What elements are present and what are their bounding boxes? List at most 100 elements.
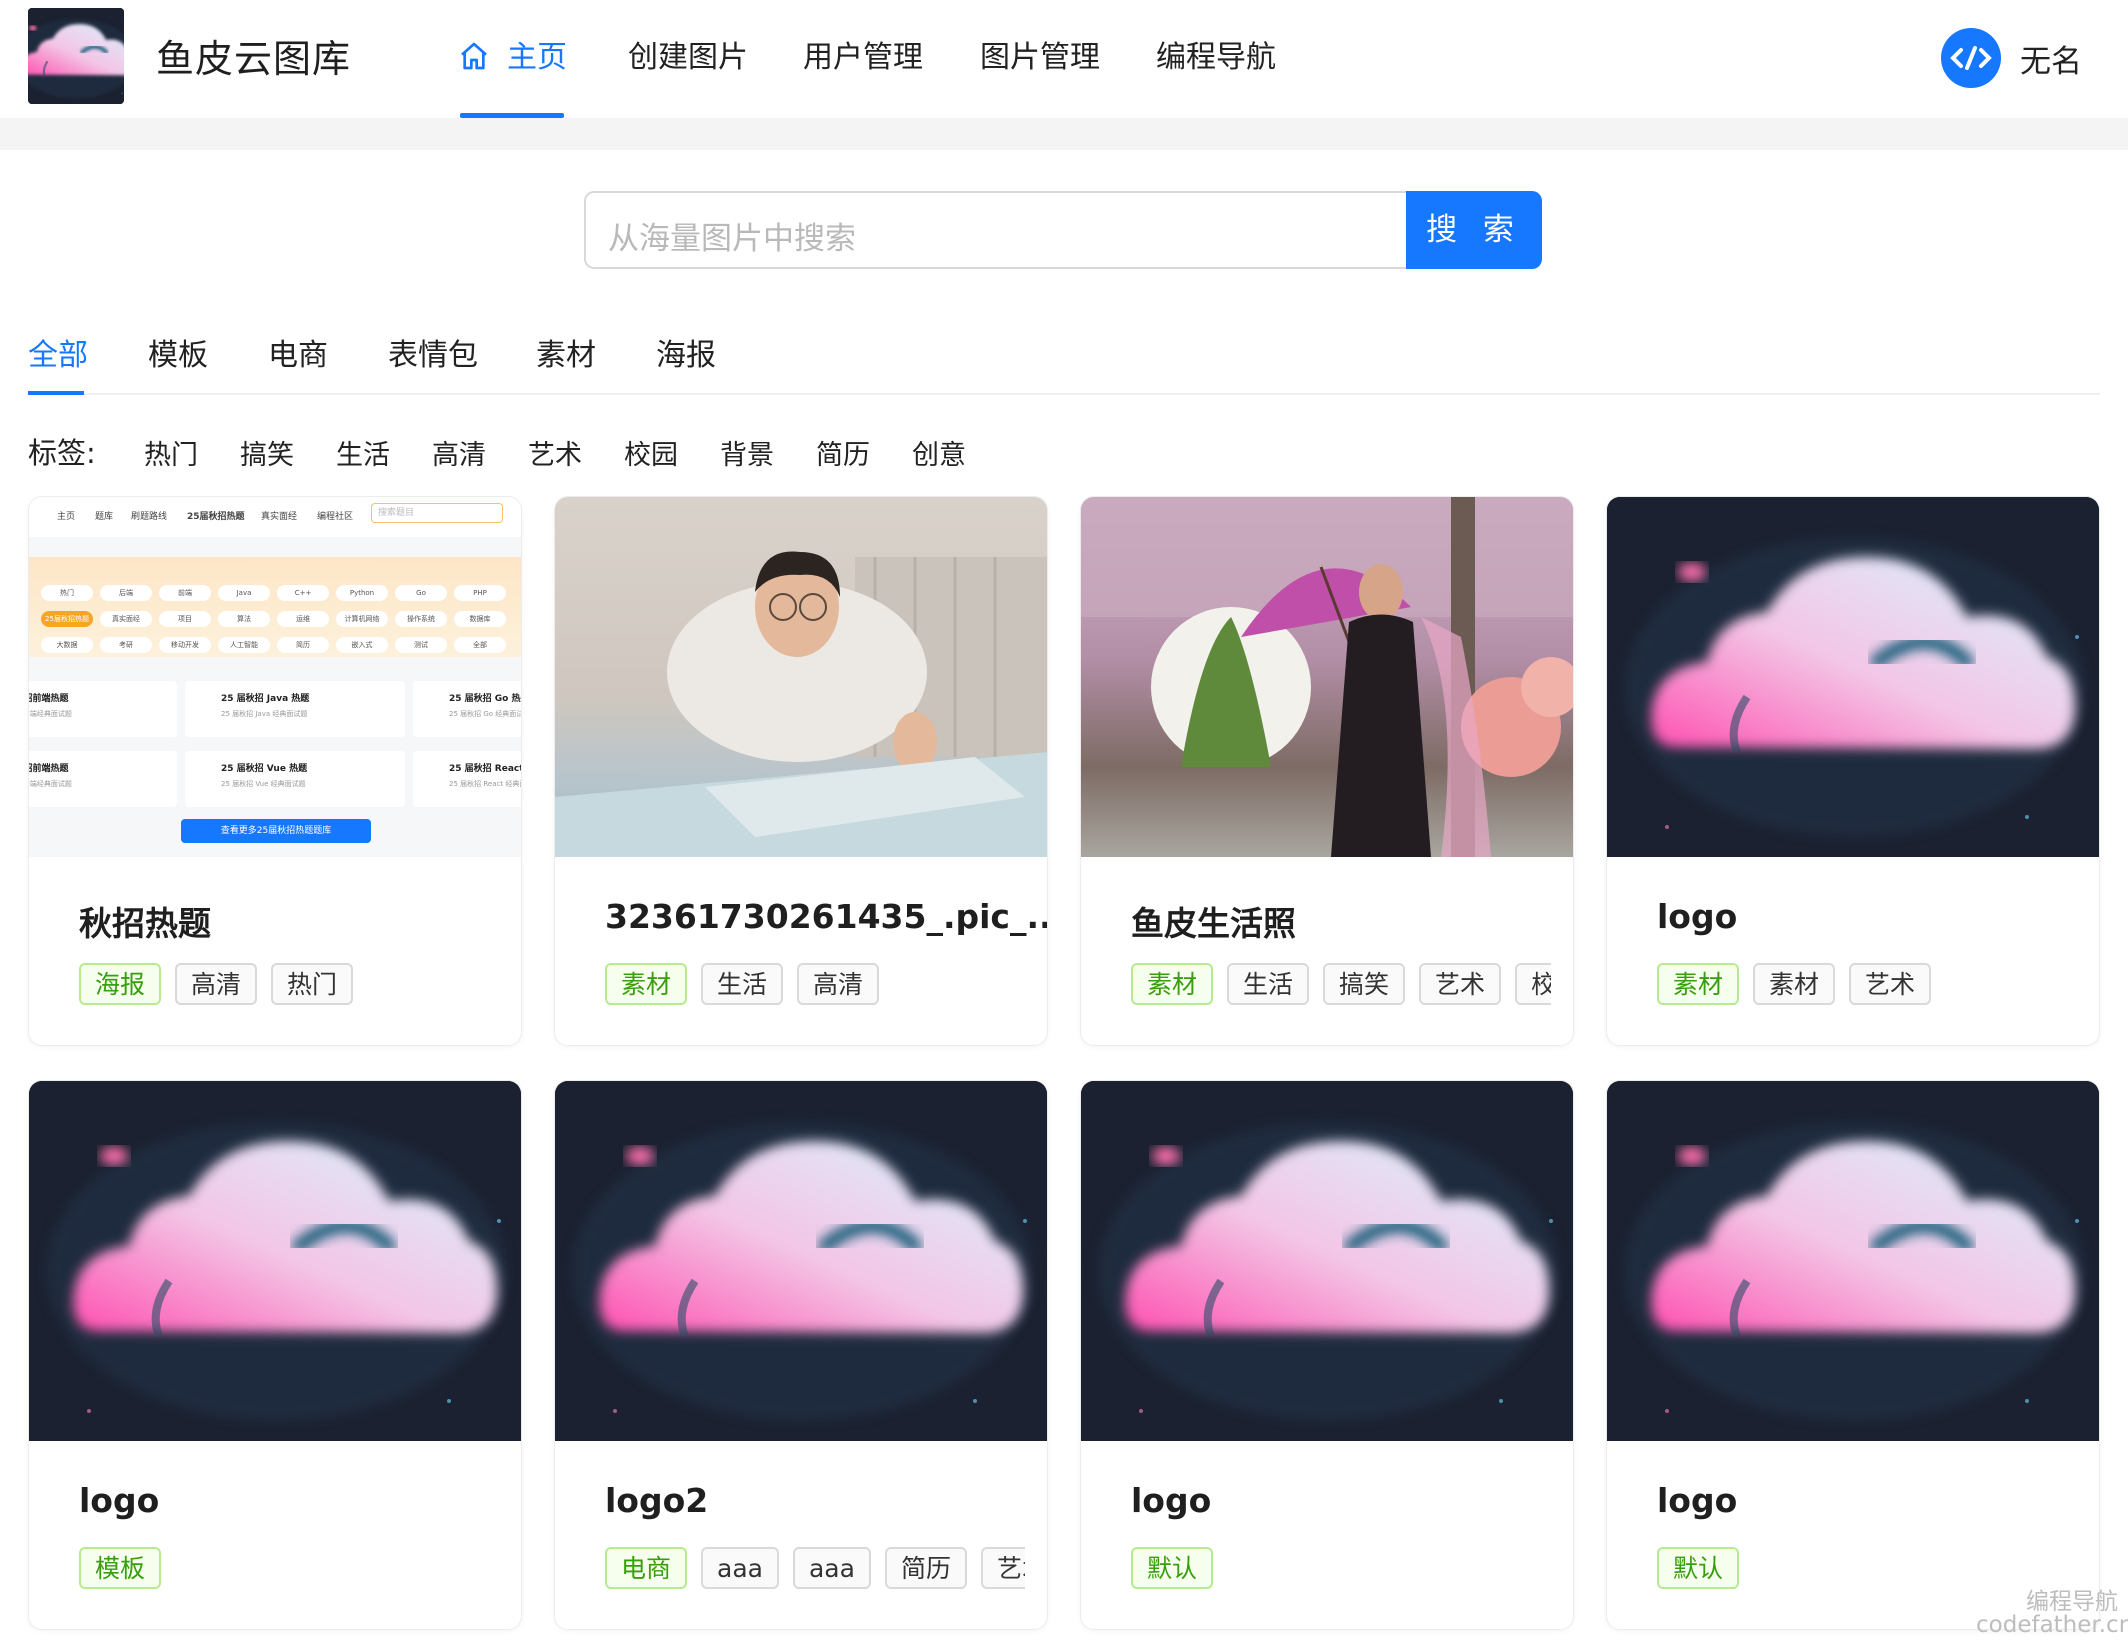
poster-chip: 操作系统 <box>395 611 447 627</box>
tabs-divider <box>28 393 2100 395</box>
card-title: 鱼皮生活照 <box>1131 904 1296 943</box>
tab-emoji[interactable]: 表情包 <box>388 330 478 374</box>
card-tags: 默认 <box>1131 1547 1551 1593</box>
poster-chip: 全部 <box>454 637 506 653</box>
tag-chip: 生活 <box>701 963 784 1005</box>
site-brand[interactable]: 鱼皮云图库 <box>156 28 351 83</box>
cloud-logo-icon <box>1607 1081 2100 1441</box>
search-input[interactable]: 从海量图片中搜索 <box>584 191 1408 269</box>
tag-chip: 简历 <box>884 1547 967 1589</box>
tag-campus[interactable]: 校园 <box>624 433 678 472</box>
poster-chip: PHP <box>454 585 506 601</box>
poster-nav-item: 真实面经 <box>261 512 298 522</box>
card-tags: 素材 素材 艺术 <box>1657 963 2077 1009</box>
tag-creative[interactable]: 创意 <box>912 433 966 472</box>
poster-chip: 数据库 <box>454 611 506 627</box>
poster-chip: Python <box>336 585 388 601</box>
user-name[interactable]: 无名 <box>2020 36 2082 81</box>
category-chip: 电商 <box>605 1547 688 1589</box>
category-chip: 素材 <box>605 963 688 1005</box>
site-logo[interactable] <box>28 8 124 104</box>
poster-item-desc: 25 届秋招 Java 经典面试题 <box>221 710 308 718</box>
tag-funny[interactable]: 搞笑 <box>240 433 294 472</box>
poster-item-grid: 25届秋招前端热题25届秋招前端经典面试题25 届秋招 Java 热题25 届秋… <box>29 681 521 821</box>
category-chip: 素材 <box>1131 963 1214 1005</box>
tag-background[interactable]: 背景 <box>720 433 774 472</box>
search-button[interactable]: 搜 索 <box>1406 191 1542 269</box>
category-chip: 模板 <box>79 1547 162 1589</box>
poster-item-desc: 25 届秋招 Vue 经典面试题 <box>221 780 306 788</box>
poster-item: 25 届秋招 React 热题 25 届秋招 React 经典面试题 <box>413 751 521 807</box>
tab-active-indicator <box>28 391 84 395</box>
card-tags: 电商 aaaaaa 简历艺术 <box>605 1547 1025 1593</box>
tag-chip: 艺术 <box>980 1547 1025 1589</box>
category-chip: 素材 <box>1657 963 1740 1005</box>
picture-card[interactable]: logo2 电商 aaaaaa 简历艺术 <box>554 1080 1048 1630</box>
poster-nav-item: 25届秋招热题 <box>187 512 245 522</box>
tab-template[interactable]: 模板 <box>148 330 208 374</box>
picture-card[interactable]: logo 默认 <box>1080 1080 1574 1630</box>
poster-chip: 考研 <box>100 637 152 653</box>
poster-item-desc: 25 届秋招 Go 经典面试题 <box>449 710 521 718</box>
tag-life[interactable]: 生活 <box>336 433 390 472</box>
picture-card[interactable]: 鱼皮生活照 素材生活搞笑艺术校园 <box>1080 496 1574 1046</box>
poster-item-desc: 25届秋招前端经典面试题 <box>29 710 72 718</box>
card-image: 主页 题库 刷题路线 25届秋招热题 真实面经 编程社区 搜索题目 热门 后端 前端… <box>29 497 521 857</box>
card-image <box>555 1081 1048 1441</box>
poster-item: 25届秋招前端热题 25届秋招前端经典面试题 <box>29 751 177 807</box>
nav-home[interactable]: 主页 <box>507 32 567 76</box>
nav-create-image[interactable]: 创建图片 <box>628 32 748 76</box>
picture-card[interactable]: logo 素材 素材 艺术 <box>1606 496 2100 1046</box>
card-title: logo <box>1131 1481 1212 1520</box>
cloud-logo-icon <box>555 1081 1048 1441</box>
tag-hd[interactable]: 高清 <box>432 433 486 472</box>
picture-card[interactable]: 主页 题库 刷题路线 25届秋招热题 真实面经 编程社区 搜索题目 热门 后端 前端… <box>28 496 522 1046</box>
tag-chip: 素材 <box>1753 963 1836 1005</box>
poster-item-title: 25届秋招前端热题 <box>29 694 69 704</box>
tab-material[interactable]: 素材 <box>536 330 596 374</box>
card-image <box>555 497 1047 857</box>
card-tags: 默认 <box>1657 1547 2077 1593</box>
card-image <box>1607 1081 2100 1441</box>
poster-nav-item: 主页 <box>57 512 76 522</box>
poster-nav: 主页 题库 刷题路线 25届秋招热题 真实面经 编程社区 搜索题目 <box>29 497 521 537</box>
top-header: 鱼皮云图库 主页 创建图片 用户管理 图片管理 编程导航 无名 <box>0 0 2128 118</box>
picture-card[interactable]: logo 模板 <box>28 1080 522 1630</box>
tag-hot[interactable]: 热门 <box>144 433 198 472</box>
watermark-text: 编程导航 <box>2026 1589 2118 1615</box>
poster-item-desc: 25 届秋招 React 经典面试题 <box>449 780 521 788</box>
card-title: logo2 <box>605 1481 709 1520</box>
card-image <box>29 1081 521 1441</box>
tag-chip: 搞笑 <box>1323 963 1406 1005</box>
nav-user-manage[interactable]: 用户管理 <box>803 32 923 76</box>
cloud-logo-icon <box>1607 497 2100 857</box>
card-tags: 素材生活搞笑艺术校园 <box>1131 963 1551 1009</box>
tag-chip: aaa <box>701 1547 779 1589</box>
tab-all[interactable]: 全部 <box>28 330 88 374</box>
card-tags: 素材 生活 高清 <box>605 963 1025 1009</box>
picture-card[interactable]: 32361730261435_.pic_... 素材 生活 高清 <box>554 496 1048 1046</box>
tag-resume[interactable]: 简历 <box>816 433 870 472</box>
card-title: 秋招热题 <box>79 904 211 943</box>
card-tags: 海报 高清 热门 <box>79 963 499 1009</box>
card-image <box>1081 497 1573 857</box>
nav-code-navigation[interactable]: 编程导航 <box>1156 32 1276 76</box>
tag-art[interactable]: 艺术 <box>528 433 582 472</box>
tab-ecommerce[interactable]: 电商 <box>268 330 328 374</box>
poster-item: 25 届秋招 Vue 热题 25 届秋招 Vue 经典面试题 <box>185 751 405 807</box>
poster-chip: 运维 <box>277 611 329 627</box>
poster-item: 25 届秋招 Go 热题 25 届秋招 Go 经典面试题 <box>413 681 521 737</box>
poster-chip: 人工智能 <box>218 637 270 653</box>
nav-image-manage[interactable]: 图片管理 <box>980 32 1100 76</box>
tab-poster[interactable]: 海报 <box>656 330 716 374</box>
poster-chip: 测试 <box>395 637 447 653</box>
card-image <box>1607 497 2100 857</box>
user-avatar[interactable] <box>1941 28 2001 88</box>
poster-chip: 计算机网络 <box>336 611 388 627</box>
poster-nav-item: 编程社区 <box>317 512 354 522</box>
card-title: logo <box>79 1481 160 1520</box>
tag-chip: 高清 <box>175 963 258 1005</box>
watermark-url: codefather.cn <box>1976 1612 2128 1638</box>
picture-card[interactable]: logo 默认 <box>1606 1080 2100 1630</box>
poster-chip: 简历 <box>277 637 329 653</box>
